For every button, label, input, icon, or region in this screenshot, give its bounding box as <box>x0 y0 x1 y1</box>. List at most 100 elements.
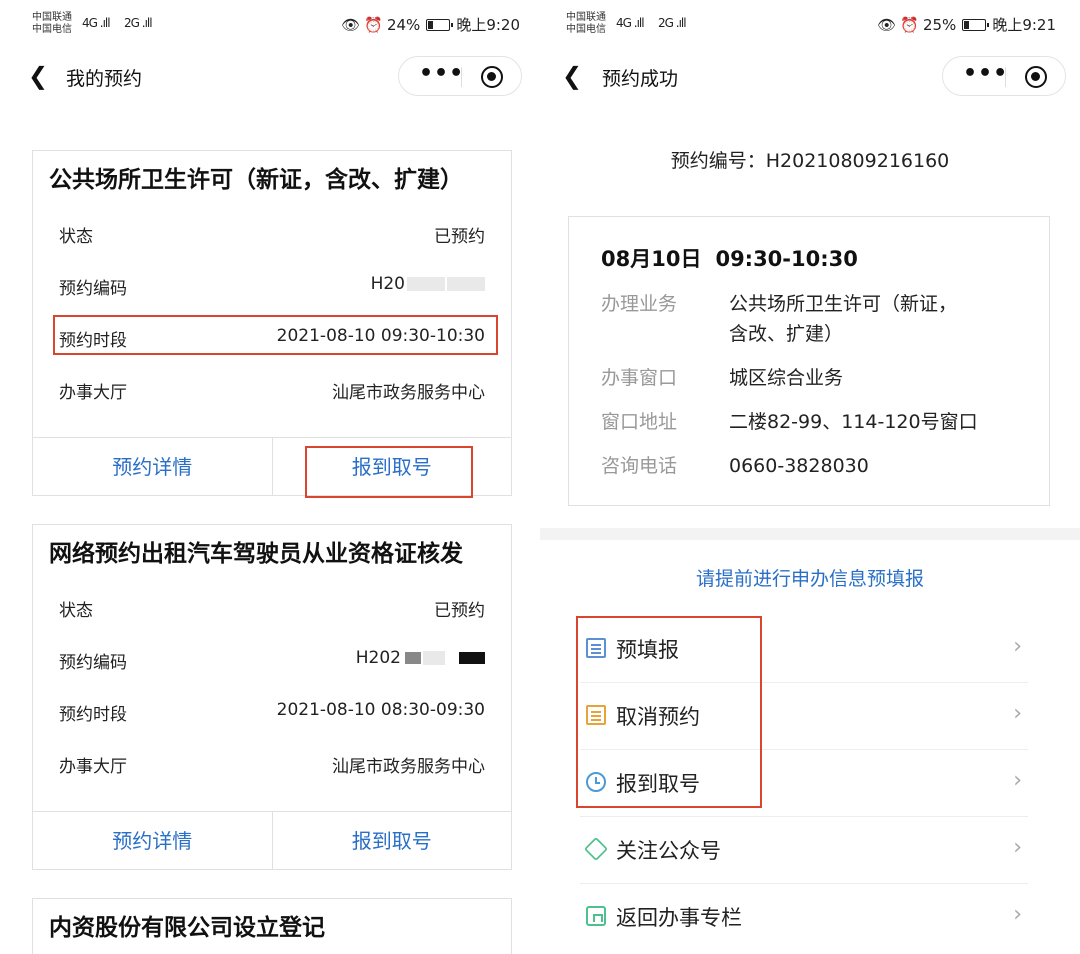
target-icon[interactable] <box>1025 66 1047 88</box>
row-time-slot: 预约时段 2021-08-10 08:30-09:30 <box>33 685 511 737</box>
row-booking-code: 预约编码 H20 <box>33 259 511 311</box>
booking-code-text: H202 <box>355 648 401 668</box>
row-value: 汕尾市政务服务中心 <box>332 383 485 403</box>
row-value: 2021-08-10 08:30-09:30 <box>276 700 485 720</box>
signal-2g-icon: 2G .ıll <box>124 16 153 30</box>
battery-icon <box>962 18 990 31</box>
row-value: H202 <box>356 648 485 668</box>
row-label: 状态 <box>59 227 93 247</box>
info-value: 二楼82-99、114-120号窗口 <box>729 411 978 433</box>
eye-icon: 👁 <box>341 15 361 34</box>
check-in-button[interactable]: 报到取号 <box>271 438 512 498</box>
more-icon[interactable]: ••• <box>963 61 1008 86</box>
capsule-divider <box>461 67 462 87</box>
nav-bar: ❮ 我的预约 ••• <box>0 52 540 100</box>
row-value: 已预约 <box>434 227 485 247</box>
mini-program-capsule: ••• <box>942 56 1066 96</box>
status-right-group: 👁 ⏰ 25% 晚上9:21 <box>877 14 1056 35</box>
row-label: 状态 <box>59 601 93 621</box>
chevron-right-icon: › <box>1013 902 1022 927</box>
redacted-mask <box>405 652 421 664</box>
carrier-unicom: 中国联通 <box>566 12 606 23</box>
menu-label: 关注公众号 <box>616 839 721 863</box>
clock-time: 晚上9:21 <box>992 16 1056 34</box>
highlight-box <box>576 616 762 808</box>
status-bar: 中国联通 中国电信 4G .ıll 2G .ıll 👁 ⏰ 25% 晚上9:21 <box>540 0 1080 48</box>
section-divider <box>540 528 1080 540</box>
booking-info-box: 08月10日 09:30-10:30 办理业务 公共场所卫生许可（新证， 含改、扩建）… <box>568 216 1050 506</box>
carrier-unicom: 中国联通 <box>32 12 72 23</box>
row-value: 已预约 <box>434 601 485 621</box>
battery-icon <box>426 18 454 31</box>
card-title: 内资股份有限公司设立登记 <box>49 915 325 941</box>
info-value: 城区综合业务 <box>729 367 844 389</box>
row-status: 状态 已预约 <box>33 207 511 259</box>
menu-item-follow-account[interactable]: 关注公众号 › <box>580 817 1028 884</box>
alarm-icon: ⏰ <box>364 15 383 34</box>
card-title: 网络预约出租汽车驾驶员从业资格证核发 <box>49 541 463 567</box>
row-status: 状态 已预约 <box>33 581 511 633</box>
row-time-slot: 预约时段 2021-08-10 09:30-10:30 <box>33 311 511 363</box>
prefill-tip-link[interactable]: 请提前进行申办信息预填报 <box>540 564 1080 591</box>
row-label: 预约时段 <box>59 705 127 725</box>
redacted-mask <box>407 277 445 291</box>
capsule-divider <box>1005 67 1006 87</box>
date-time-row: 08月10日 09:30-10:30 <box>601 243 858 273</box>
clock-time: 晚上9:20 <box>456 16 520 34</box>
menu-label: 返回办事专栏 <box>616 906 742 930</box>
row-label: 预约编码 <box>59 279 127 299</box>
eye-icon: 👁 <box>877 15 897 34</box>
booking-code-text: H20 <box>370 274 405 294</box>
row-value: 汕尾市政务服务中心 <box>332 757 485 777</box>
info-label: 窗口地址 <box>601 411 678 433</box>
appointment-card: 网络预约出租汽车驾驶员从业资格证核发 状态 已预约 预约编码 H202 预约时段… <box>32 524 512 870</box>
row-label: 办事大厅 <box>59 757 127 777</box>
redacted-mask <box>459 652 485 664</box>
row-hall: 办事大厅 汕尾市政务服务中心 <box>33 363 511 415</box>
signal-4g-icon: 4G .ıll <box>616 16 645 30</box>
chevron-right-icon: › <box>1013 634 1022 659</box>
carrier-labels: 中国联通 中国电信 <box>566 12 606 36</box>
booking-success-screen: 中国联通 中国电信 4G .ıll 2G .ıll 👁 ⏰ 25% 晚上9:21… <box>540 0 1080 954</box>
status-right-group: 👁 ⏰ 24% 晚上9:20 <box>341 14 520 35</box>
card-actions: 预约详情 报到取号 <box>33 811 511 869</box>
battery-percent: 25% <box>922 15 957 34</box>
info-label: 办理业务 <box>601 293 678 315</box>
info-value: 公共场所卫生许可（新证， 含改、扩建） <box>729 289 957 349</box>
carrier-labels: 中国联通 中国电信 <box>32 12 72 36</box>
card-actions: 预约详情 报到取号 <box>33 437 512 498</box>
check-in-button[interactable]: 报到取号 <box>271 812 512 869</box>
row-hall: 办事大厅 汕尾市政务服务中心 <box>33 737 511 789</box>
signal-2g-icon: 2G .ıll <box>658 16 687 30</box>
chevron-right-icon: › <box>1013 768 1022 793</box>
home-icon <box>586 906 606 926</box>
highlight-box <box>304 446 473 498</box>
row-booking-code: 预约编码 H202 <box>33 633 511 685</box>
row-value: H20 <box>371 274 485 294</box>
menu-item-back-to-services[interactable]: 返回办事专栏 › <box>580 884 1028 951</box>
row-value: 2021-08-10 09:30-10:30 <box>276 326 485 346</box>
target-icon[interactable] <box>481 66 503 88</box>
info-label: 咨询电话 <box>601 455 678 477</box>
status-bar: 中国联通 中国电信 4G .ıll 2G .ıll 👁 ⏰ 24% 晚上9:20 <box>0 0 540 48</box>
booking-number: 预约编号：H20210809216160 <box>670 150 950 172</box>
page-title: 我的预约 <box>66 68 143 90</box>
my-appointments-screen: 中国联通 中国电信 4G .ıll 2G .ıll 👁 ⏰ 24% 晚上9:20… <box>0 0 540 954</box>
chevron-right-icon: › <box>1013 835 1022 860</box>
chevron-left-icon[interactable]: ❮ <box>562 62 582 90</box>
details-button[interactable]: 预约详情 <box>33 812 272 869</box>
more-icon[interactable]: ••• <box>419 61 464 86</box>
info-label: 办事窗口 <box>601 367 678 389</box>
info-row-phone: 咨询电话 0660-3828030 <box>601 451 869 481</box>
carrier-telecom: 中国电信 <box>566 24 606 35</box>
booking-time-range: 09:30-10:30 <box>715 247 858 271</box>
badge-icon <box>583 836 609 862</box>
appointment-card: 内资股份有限公司设立登记 <box>32 898 512 954</box>
info-value-line2: 含改、扩建） <box>729 323 844 345</box>
chevron-left-icon[interactable]: ❮ <box>28 62 48 90</box>
carrier-telecom: 中国电信 <box>32 24 72 35</box>
row-label: 预约时段 <box>59 331 127 351</box>
details-button[interactable]: 预约详情 <box>33 438 272 495</box>
redacted-mask <box>447 277 485 291</box>
info-row-address: 窗口地址 二楼82-99、114-120号窗口 <box>601 407 978 437</box>
